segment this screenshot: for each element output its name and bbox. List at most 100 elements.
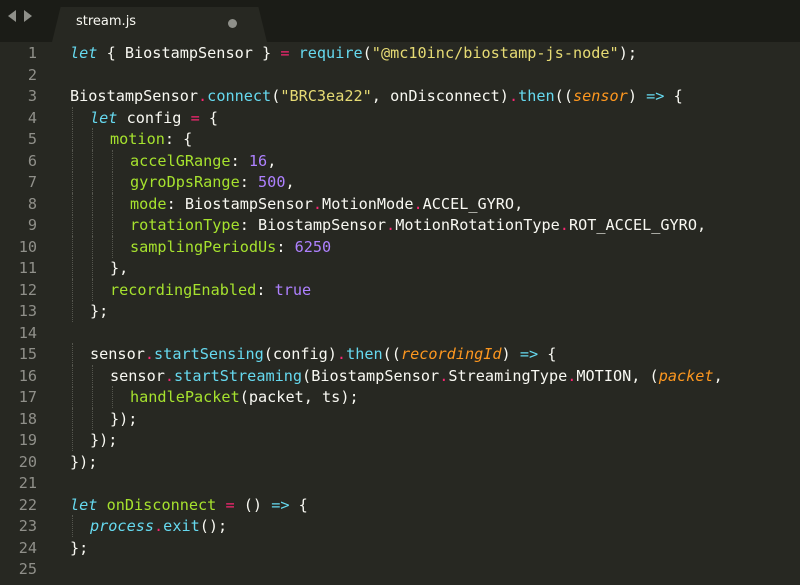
indent-guide bbox=[112, 214, 113, 236]
code-token: exit bbox=[163, 517, 200, 535]
line-number: 16 bbox=[18, 366, 37, 385]
code-line[interactable]: 23 process.exit(); bbox=[0, 515, 800, 537]
code-token: recordingId bbox=[400, 345, 502, 363]
code-text: sensor.startSensing(config).then((record… bbox=[90, 343, 556, 365]
code-line[interactable]: 17 handlePacket(packet, ts); bbox=[0, 386, 800, 408]
line-number: 25 bbox=[18, 560, 37, 578]
line-number: 5 bbox=[27, 130, 37, 148]
code-editor[interactable]: 1 let { BiostampSensor } = require("@mc10… bbox=[0, 42, 800, 585]
code-line[interactable]: 13}; bbox=[0, 300, 800, 322]
indent-guide bbox=[112, 235, 113, 258]
code-line[interactable]: 12 recordingEnabled: true bbox=[0, 278, 800, 301]
indent-guide bbox=[72, 429, 73, 451]
code-line[interactable]: 14 bbox=[0, 322, 800, 344]
code-token: : bbox=[239, 173, 259, 191]
code-line[interactable]: 11}, bbox=[0, 257, 800, 279]
code-token: ROT_ACCEL_GYRO, bbox=[568, 216, 707, 234]
code-token: sensor bbox=[110, 366, 165, 385]
line-number: 20 bbox=[18, 452, 37, 471]
code-token: { bbox=[199, 108, 219, 127]
code-line[interactable]: 3 BiostampSensor.connect("BRC3ea22", onDi… bbox=[0, 85, 800, 107]
code-line[interactable]: 1 let { BiostampSensor } = require("@mc10… bbox=[0, 42, 800, 64]
code-token: BiostampSensor bbox=[70, 87, 199, 105]
code-token: gyroDpsRange bbox=[130, 173, 240, 191]
code-token: then bbox=[346, 345, 383, 363]
line-number: 8 bbox=[27, 194, 37, 213]
code-token: }); bbox=[110, 409, 138, 428]
code-text: gyroDpsRange: 500, bbox=[130, 171, 295, 193]
indent-guide bbox=[72, 343, 73, 365]
code-token: let bbox=[70, 44, 98, 62]
code-line[interactable]: 8 mode: BiostampSensor.MotionMode.ACCEL_G… bbox=[0, 192, 800, 215]
indent-guide bbox=[92, 364, 93, 387]
code-token: packet bbox=[658, 366, 714, 385]
unsaved-dot-icon[interactable] bbox=[228, 19, 237, 28]
line-number: 3 bbox=[27, 87, 37, 105]
code-token: }; bbox=[90, 302, 109, 320]
indent-guide bbox=[112, 149, 113, 172]
code-token: => bbox=[271, 495, 290, 514]
code-token: (config) bbox=[263, 345, 337, 363]
code-token: 6250 bbox=[294, 237, 332, 256]
code-line[interactable]: 20}); bbox=[0, 451, 800, 473]
code-token: recordingEnabled bbox=[110, 280, 257, 299]
code-text: mode: BiostampSensor.MotionMode.ACCEL_GY… bbox=[130, 193, 523, 215]
nav-back-icon[interactable] bbox=[8, 10, 16, 22]
code-token: . bbox=[336, 345, 347, 363]
code-token: . bbox=[198, 87, 208, 105]
line-number: 7 bbox=[27, 173, 37, 191]
tab-stream-js[interactable]: stream.js bbox=[52, 7, 267, 42]
line-number: 19 bbox=[18, 431, 37, 449]
code-line[interactable]: 9 rotationType: BiostampSensor.MotionRota… bbox=[0, 214, 800, 236]
code-token: , bbox=[267, 151, 277, 170]
indent-guide bbox=[92, 235, 93, 258]
code-line[interactable]: 10 samplingPeriodUs: 6250 bbox=[0, 235, 800, 258]
code-line[interactable]: 24}; bbox=[0, 537, 800, 559]
indent-guide bbox=[72, 386, 73, 408]
nav-forward-icon[interactable] bbox=[24, 10, 32, 22]
code-line[interactable]: 18}); bbox=[0, 407, 800, 430]
code-token: sensor bbox=[90, 345, 145, 363]
code-token: 16 bbox=[248, 151, 268, 170]
code-token: let bbox=[90, 108, 118, 127]
code-token: 500 bbox=[258, 173, 286, 191]
line-number: 2 bbox=[27, 65, 37, 84]
code-line[interactable]: 19}); bbox=[0, 429, 800, 451]
code-token: "BRC3ea22" bbox=[280, 87, 372, 105]
code-line[interactable]: 5 motion: { bbox=[0, 128, 800, 150]
line-number: 14 bbox=[18, 323, 37, 342]
code-text: }; bbox=[90, 300, 108, 322]
indent-guide bbox=[92, 128, 93, 150]
code-token: => bbox=[519, 345, 539, 363]
code-token: StreamingType bbox=[448, 366, 568, 385]
indent-guide bbox=[92, 214, 93, 236]
indent-guide bbox=[72, 364, 73, 387]
code-line[interactable]: 22 let onDisconnect = () => { bbox=[0, 494, 800, 516]
code-token: { bbox=[664, 87, 683, 105]
code-token: : { bbox=[164, 130, 193, 148]
line-number: 4 bbox=[27, 108, 37, 127]
code-token: () bbox=[234, 495, 272, 514]
code-line[interactable]: 16 sensor.startStreaming(BiostampSensor.S… bbox=[0, 364, 800, 387]
indent-guide bbox=[112, 386, 113, 408]
code-line[interactable]: 21 bbox=[0, 472, 800, 494]
indent-guide bbox=[112, 171, 113, 193]
code-line[interactable]: 6 accelGRange: 16, bbox=[0, 149, 800, 172]
code-text: process.exit(); bbox=[90, 515, 227, 537]
code-line[interactable]: 15 sensor.startSensing(config).then((reco… bbox=[0, 343, 800, 365]
code-line[interactable]: 25 bbox=[0, 558, 800, 580]
code-token: , onDisconnect) bbox=[371, 87, 509, 105]
code-line[interactable]: 4 let config = { bbox=[0, 106, 800, 129]
code-text: let config = { bbox=[90, 107, 218, 129]
line-number: 17 bbox=[18, 388, 37, 406]
code-line[interactable]: 2 bbox=[0, 64, 800, 86]
code-line[interactable]: 7 gyroDpsRange: 500, bbox=[0, 171, 800, 193]
indent-guide bbox=[92, 278, 93, 301]
code-token: (( bbox=[554, 87, 573, 105]
tab-bar: stream.js bbox=[0, 0, 800, 42]
indent-guide bbox=[72, 214, 73, 236]
code-token: require bbox=[298, 44, 363, 62]
code-text: }); bbox=[110, 408, 137, 430]
line-number: 9 bbox=[27, 216, 37, 234]
